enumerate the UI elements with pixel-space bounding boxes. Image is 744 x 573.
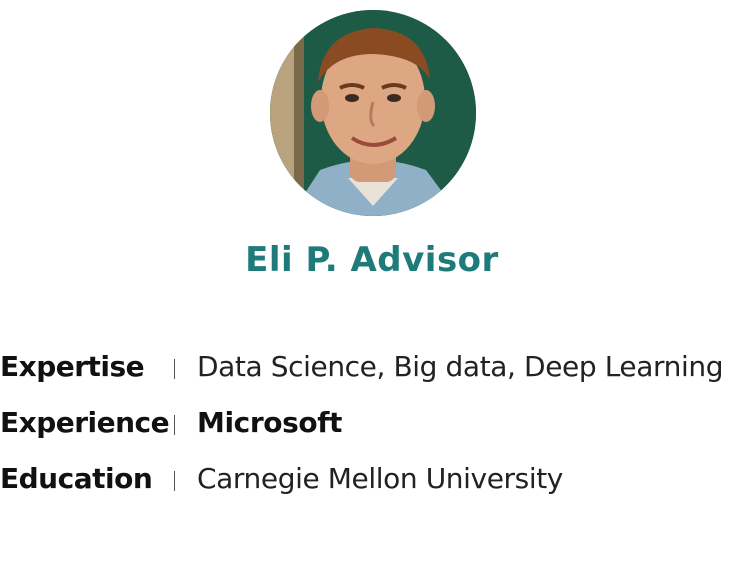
expertise-label: Expertise xyxy=(0,350,145,383)
experience-row: Experience Microsoft xyxy=(0,406,744,446)
education-row: Education Carnegie Mellon University xyxy=(0,462,744,502)
expertise-value: Data Science, Big data, Deep Learning xyxy=(197,350,724,383)
education-label: Education xyxy=(0,462,153,495)
advisor-photo xyxy=(270,10,476,216)
experience-label: Experience xyxy=(0,406,170,439)
experience-value: Microsoft xyxy=(197,406,342,439)
education-value: Carnegie Mellon University xyxy=(197,462,563,495)
separator xyxy=(174,471,175,491)
separator xyxy=(174,415,175,435)
advisor-name: Eli P. Advisor xyxy=(245,240,499,280)
expertise-row: Expertise Data Science, Big data, Deep L… xyxy=(0,350,744,390)
separator xyxy=(174,359,175,379)
